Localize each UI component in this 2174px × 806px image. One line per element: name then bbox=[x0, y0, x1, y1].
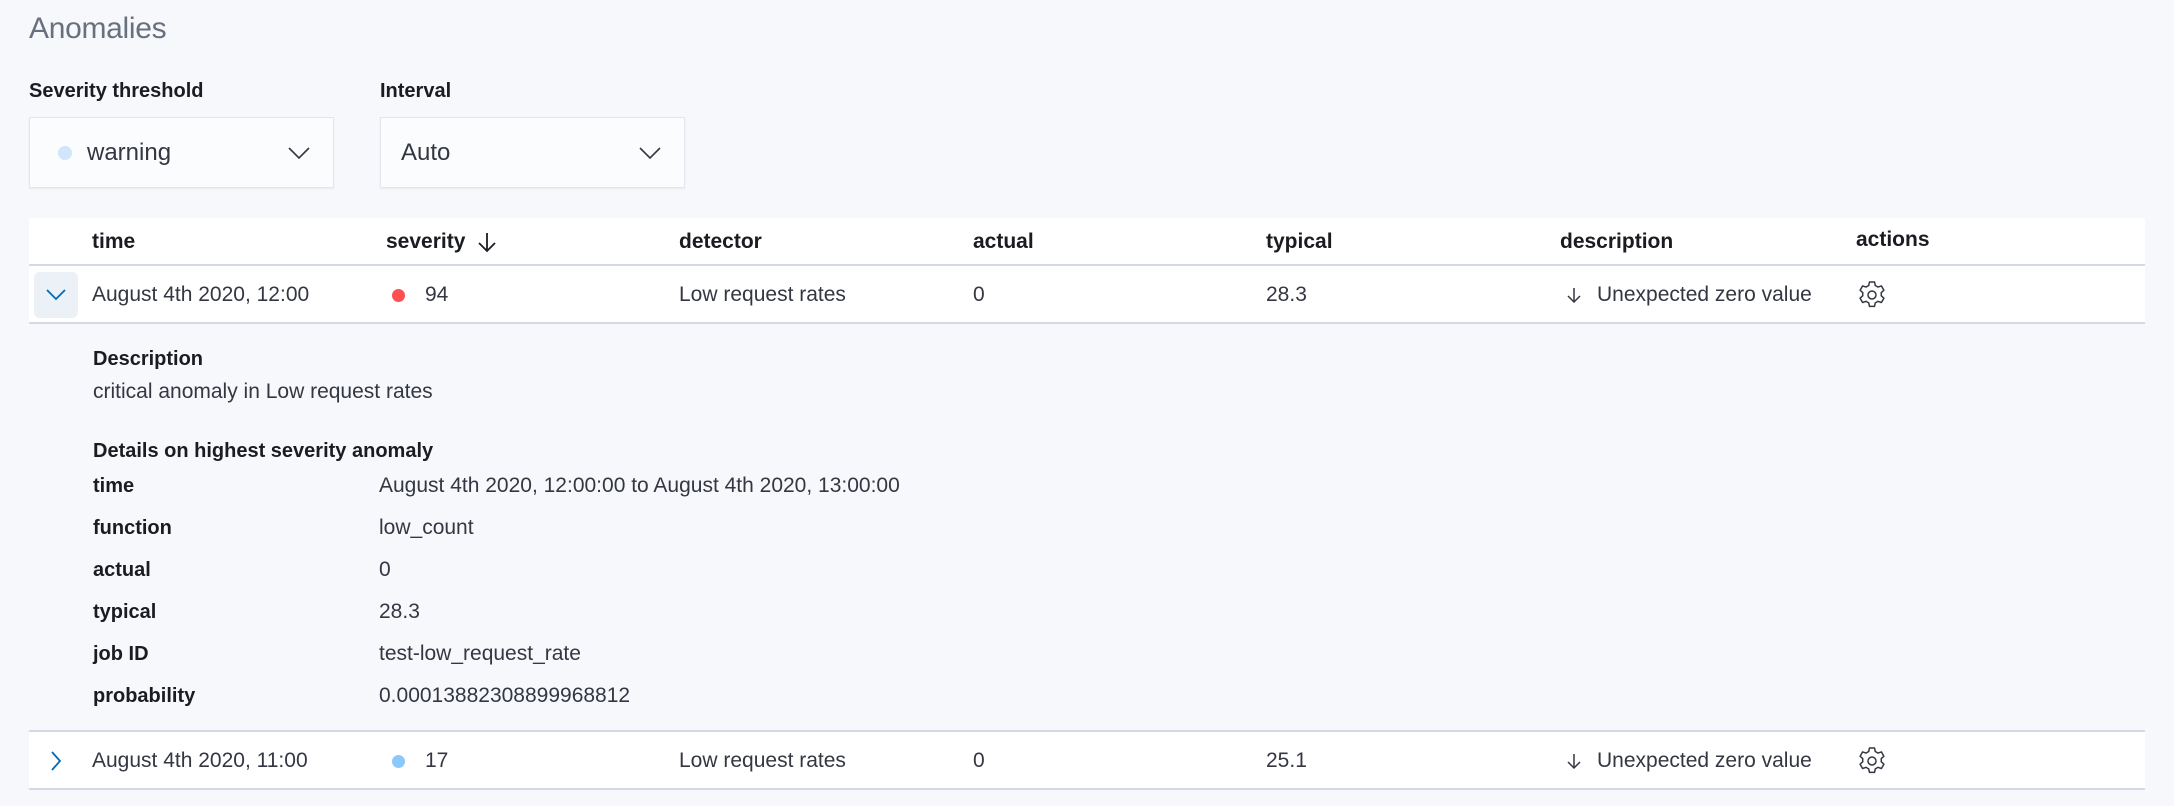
details-heading: Details on highest severity anomaly bbox=[93, 440, 434, 462]
cell-actions bbox=[1856, 732, 1888, 790]
table-row: August 4th 2020, 12:00 94 Low request ra… bbox=[29, 266, 2145, 324]
gear-icon[interactable] bbox=[1856, 279, 1888, 311]
detail-row-time: time August 4th 2020, 12:00:00 to August… bbox=[93, 471, 900, 501]
severity-dot-icon bbox=[392, 288, 405, 302]
cell-actual: 0 bbox=[973, 749, 985, 772]
expanded-row-details: Description critical anomaly in Low requ… bbox=[29, 324, 2145, 732]
detail-label: time bbox=[93, 474, 135, 497]
cell-time: August 4th 2020, 12:00 bbox=[92, 283, 310, 306]
gear-icon[interactable] bbox=[1856, 745, 1888, 777]
chevron-down-icon bbox=[288, 146, 310, 159]
detail-value: 0 bbox=[379, 558, 391, 581]
detail-row-actual: actual 0 bbox=[93, 555, 391, 585]
column-header-typical[interactable]: typical bbox=[1266, 218, 1333, 266]
table-header: time severity detector actual typical de… bbox=[29, 218, 2145, 266]
column-header-severity[interactable]: severity bbox=[386, 218, 497, 266]
cell-actions bbox=[1856, 266, 1888, 324]
column-header-description[interactable]: description bbox=[1560, 218, 1673, 266]
chevron-down-icon bbox=[639, 146, 661, 159]
severity-threshold-select[interactable]: warning bbox=[29, 117, 334, 188]
column-header-time[interactable]: time bbox=[92, 218, 135, 266]
collapse-row-button[interactable] bbox=[34, 272, 78, 318]
detail-row-typical: typical 28.3 bbox=[93, 597, 420, 627]
interval-value: Auto bbox=[401, 138, 451, 166]
chevron-right-icon bbox=[51, 751, 62, 771]
arrow-down-icon bbox=[478, 233, 497, 253]
cell-time: August 4th 2020, 11:00 bbox=[92, 749, 308, 772]
detail-row-function: function low_count bbox=[93, 513, 474, 543]
detail-label: job ID bbox=[93, 642, 149, 665]
detail-label: actual bbox=[93, 558, 151, 581]
cell-description: Unexpected zero value bbox=[1565, 732, 1812, 790]
cell-detector: Low request rates bbox=[679, 749, 846, 772]
column-header-severity-label: severity bbox=[386, 230, 466, 253]
cell-typical: 25.1 bbox=[1266, 749, 1307, 772]
severity-score: 94 bbox=[425, 283, 449, 306]
detail-row-probability: probability 0.00013882308899968812 bbox=[93, 681, 630, 711]
expand-row-button[interactable] bbox=[34, 738, 78, 784]
cell-severity: 94 bbox=[392, 266, 448, 324]
cell-typical: 28.3 bbox=[1266, 283, 1307, 306]
interval-field: Interval Auto bbox=[380, 78, 685, 188]
description-text: Unexpected zero value bbox=[1597, 749, 1812, 772]
page-title: Anomalies bbox=[29, 12, 167, 45]
detail-value: test-low_request_rate bbox=[379, 642, 581, 665]
anomalies-panel: Anomalies Severity threshold warning Int… bbox=[0, 0, 2174, 806]
detail-value: August 4th 2020, 12:00:00 to August 4th … bbox=[379, 474, 900, 497]
severity-threshold-value: warning bbox=[87, 138, 172, 166]
arrow-down-icon bbox=[1567, 754, 1581, 770]
interval-select[interactable]: Auto bbox=[380, 117, 685, 188]
cell-detector: Low request rates bbox=[679, 283, 846, 306]
anomalies-table: time severity detector actual typical de… bbox=[29, 218, 2145, 790]
detail-label: probability bbox=[93, 684, 196, 707]
severity-dot-icon bbox=[58, 145, 72, 160]
chevron-down-icon bbox=[46, 289, 66, 301]
table-row: August 4th 2020, 11:00 17 Low request ra… bbox=[29, 732, 2145, 790]
arrow-down-icon bbox=[1567, 288, 1581, 304]
detail-value: low_count bbox=[379, 516, 474, 539]
description-text: Unexpected zero value bbox=[1597, 283, 1812, 306]
cell-severity: 17 bbox=[392, 732, 448, 790]
severity-dot-icon bbox=[392, 754, 405, 768]
severity-threshold-field: Severity threshold warning bbox=[29, 78, 334, 188]
detail-value: 0.00013882308899968812 bbox=[379, 684, 631, 707]
column-header-actual[interactable]: actual bbox=[973, 218, 1034, 266]
detail-label: function bbox=[93, 516, 172, 539]
cell-description: Unexpected zero value bbox=[1565, 266, 1812, 324]
severity-threshold-label: Severity threshold bbox=[29, 80, 204, 102]
description-heading: Description bbox=[93, 348, 204, 370]
column-header-detector[interactable]: detector bbox=[679, 218, 762, 266]
detail-row-job-id: job ID test-low_request_rate bbox=[93, 639, 581, 669]
detail-value: 28.3 bbox=[379, 600, 420, 623]
severity-score: 17 bbox=[425, 749, 449, 772]
column-header-actions: actions bbox=[1856, 228, 1930, 251]
interval-label: Interval bbox=[380, 80, 452, 102]
description-text: critical anomaly in Low request rates bbox=[93, 380, 433, 403]
detail-label: typical bbox=[93, 600, 157, 623]
anomaly-controls: Severity threshold warning Interval Auto bbox=[29, 78, 685, 188]
cell-actual: 0 bbox=[973, 283, 985, 306]
